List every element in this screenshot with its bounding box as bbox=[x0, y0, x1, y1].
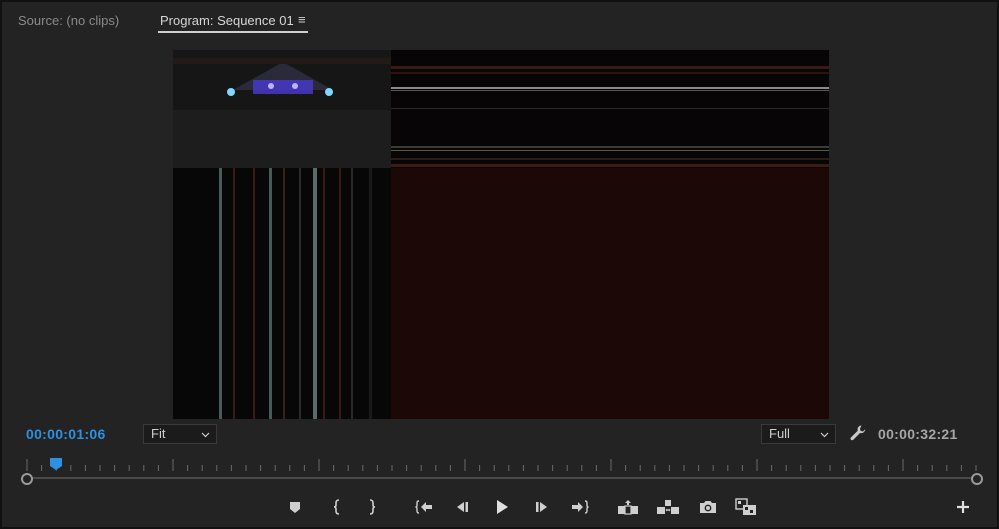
duration-timecode: 00:00:32:21 bbox=[878, 426, 958, 442]
mark-in-button[interactable] bbox=[325, 496, 349, 518]
panel-menu-icon[interactable]: ≡ bbox=[298, 12, 306, 27]
play-button[interactable] bbox=[490, 496, 514, 518]
go-to-out-icon bbox=[572, 500, 589, 514]
play-icon bbox=[497, 500, 508, 514]
comparison-view-button[interactable] bbox=[734, 496, 758, 518]
current-timecode[interactable]: 00:00:01:06 bbox=[26, 426, 106, 442]
step-back-button[interactable] bbox=[450, 496, 474, 518]
extract-icon bbox=[657, 500, 679, 514]
zoom-level-dropdown[interactable]: Fit bbox=[143, 424, 217, 444]
add-marker-button[interactable] bbox=[283, 496, 307, 518]
mark-out-button[interactable] bbox=[360, 496, 384, 518]
program-monitor-panel: Source: (no clips) Program: Sequence 01 … bbox=[0, 0, 999, 529]
zoom-scroll-handle-left[interactable] bbox=[21, 473, 33, 485]
step-back-icon bbox=[457, 502, 468, 512]
zoom-level-value: Fit bbox=[151, 426, 166, 441]
chevron-down-icon bbox=[820, 432, 829, 438]
playback-resolution-value: Full bbox=[769, 426, 790, 441]
go-to-in-icon bbox=[415, 500, 432, 514]
comparison-icon bbox=[735, 498, 756, 515]
button-editor-button[interactable] bbox=[951, 496, 975, 518]
extract-button[interactable] bbox=[656, 496, 680, 518]
playback-resolution-dropdown[interactable]: Full bbox=[761, 424, 836, 444]
camera-icon bbox=[700, 501, 716, 513]
go-to-in-button[interactable] bbox=[412, 496, 436, 518]
playhead[interactable] bbox=[49, 457, 63, 471]
zoom-scroll-handle-right[interactable] bbox=[971, 473, 983, 485]
tab-source[interactable]: Source: (no clips) bbox=[18, 13, 119, 28]
lift-button[interactable] bbox=[616, 496, 640, 518]
export-frame-button[interactable] bbox=[696, 496, 720, 518]
time-ruler[interactable] bbox=[19, 457, 984, 489]
step-forward-icon bbox=[536, 502, 547, 512]
marker-icon bbox=[290, 502, 300, 513]
mark-in-icon bbox=[333, 499, 340, 515]
active-tab-underline bbox=[158, 31, 308, 33]
tab-program[interactable]: Program: Sequence 01 bbox=[160, 13, 294, 28]
step-forward-button[interactable] bbox=[530, 496, 554, 518]
plus-icon bbox=[957, 501, 969, 513]
go-to-out-button[interactable] bbox=[568, 496, 592, 518]
mark-out-icon bbox=[369, 499, 376, 515]
program-viewer[interactable] bbox=[173, 50, 829, 419]
video-frame bbox=[173, 50, 829, 419]
chevron-down-icon bbox=[201, 432, 210, 438]
lift-icon bbox=[618, 500, 638, 515]
wrench-icon[interactable] bbox=[849, 424, 867, 442]
